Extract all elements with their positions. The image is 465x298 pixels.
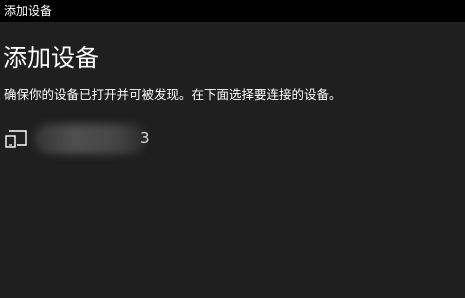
title-bar: 添加设备 <box>0 0 465 22</box>
instruction-text: 确保你的设备已打开并可被发现。在下面选择要连接的设备。 <box>4 87 342 102</box>
add-device-panel: 添加设备 确保你的设备已打开并可被发现。在下面选择要连接的设备。 3 <box>0 22 465 298</box>
page-title: 添加设备 <box>3 44 99 72</box>
device-name-suffix: 3 <box>140 129 150 147</box>
device-name-redacted <box>34 124 146 154</box>
device-list-item[interactable]: 3 <box>0 120 300 160</box>
display-device-icon <box>5 130 27 148</box>
window-title: 添加设备 <box>4 4 53 18</box>
